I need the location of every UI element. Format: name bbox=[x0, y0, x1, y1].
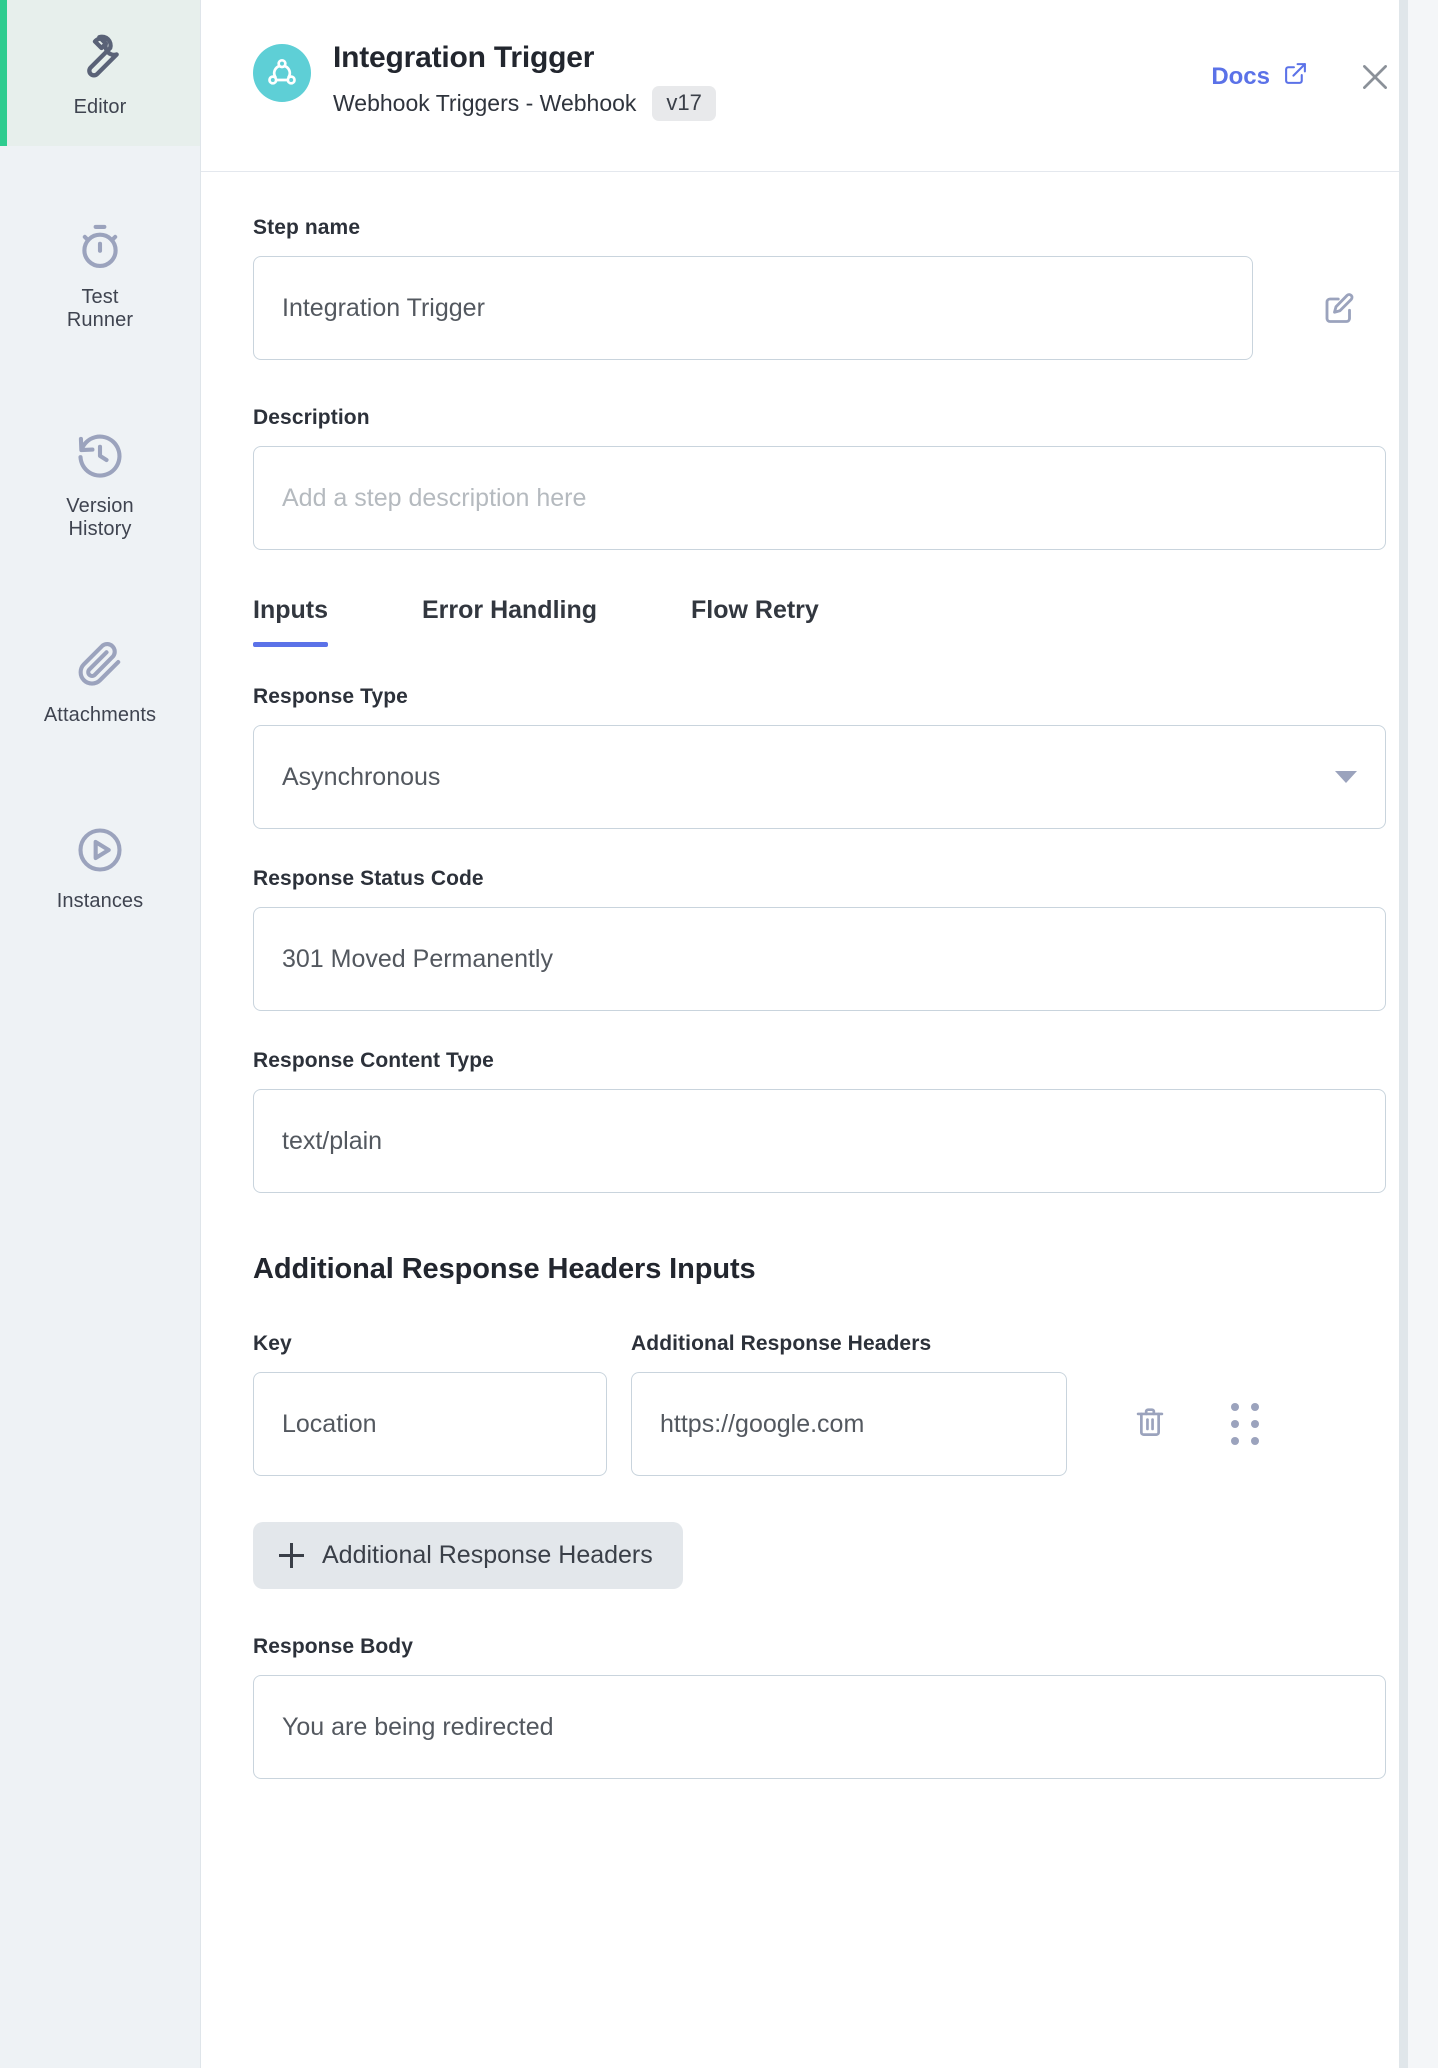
response-status-code-label: Response Status Code bbox=[253, 867, 484, 890]
sidebar-item-label: Instances bbox=[56, 889, 144, 912]
docs-label: Docs bbox=[1211, 63, 1270, 90]
response-type-value: Asynchronous bbox=[282, 762, 441, 791]
plus-icon bbox=[279, 1543, 304, 1568]
sidebar-item-label: Version History bbox=[66, 494, 134, 541]
tab-bar: Inputs Error Handling Flow Retry bbox=[253, 596, 1386, 647]
sidebar-item-label: Attachments bbox=[43, 703, 157, 726]
sidebar-item-version-history[interactable]: Version History bbox=[0, 399, 200, 568]
header-actions: Docs bbox=[1211, 60, 1392, 94]
version-badge: v17 bbox=[652, 86, 716, 122]
sidebar-item-label: Editor bbox=[73, 96, 127, 118]
drag-handle-icon[interactable] bbox=[1231, 1403, 1259, 1445]
docs-link[interactable]: Docs bbox=[1211, 61, 1308, 93]
add-button-label: Additional Response Headers bbox=[322, 1541, 653, 1569]
paperclip-icon bbox=[74, 638, 126, 690]
left-sidebar: Editor Test Runner Version History Attac… bbox=[0, 0, 201, 2068]
add-additional-response-headers-button[interactable]: Additional Response Headers bbox=[253, 1522, 683, 1589]
close-icon[interactable] bbox=[1358, 60, 1392, 94]
edit-pencil-icon[interactable] bbox=[1321, 290, 1357, 326]
panel-header: Integration Trigger Webhook Triggers - W… bbox=[201, 0, 1438, 172]
response-body-label: Response Body bbox=[253, 1635, 413, 1658]
response-type-label: Response Type bbox=[253, 685, 408, 708]
tab-error-handling[interactable]: Error Handling bbox=[422, 596, 597, 647]
app-root: Editor Test Runner Version History Attac… bbox=[0, 0, 1438, 2068]
sidebar-item-test-runner[interactable]: Test Runner bbox=[0, 190, 200, 359]
external-link-icon bbox=[1283, 61, 1308, 93]
response-status-code-input[interactable]: 301 Moved Permanently bbox=[253, 907, 1386, 1011]
history-clock-icon bbox=[74, 429, 126, 481]
table-row: Location https://google.com bbox=[253, 1372, 1386, 1476]
webhook-icon bbox=[253, 44, 311, 102]
step-name-row: Integration Trigger bbox=[253, 256, 1386, 360]
additional-headers-column-labels: Key Additional Response Headers bbox=[253, 1332, 1386, 1372]
step-config-panel: Integration Trigger Webhook Triggers - W… bbox=[201, 0, 1438, 2068]
response-type-select[interactable]: Asynchronous bbox=[253, 725, 1386, 829]
step-name-label: Step name bbox=[253, 216, 361, 239]
sidebar-item-label: Test Runner bbox=[66, 285, 134, 332]
page-title: Integration Trigger bbox=[333, 41, 595, 74]
sidebar-item-instances[interactable]: Instances bbox=[0, 794, 200, 940]
description-input[interactable]: Add a step description here bbox=[253, 446, 1386, 550]
tab-inputs[interactable]: Inputs bbox=[253, 596, 328, 647]
stopwatch-icon bbox=[74, 220, 126, 272]
trash-icon[interactable] bbox=[1133, 1405, 1167, 1443]
response-content-type-label: Response Content Type bbox=[253, 1049, 494, 1072]
tab-flow-retry[interactable]: Flow Retry bbox=[691, 596, 819, 647]
step-name-input[interactable]: Integration Trigger bbox=[253, 256, 1253, 360]
play-circle-icon bbox=[74, 824, 126, 876]
vertical-scrollbar[interactable] bbox=[1399, 0, 1408, 2068]
additional-headers-section-title: Additional Response Headers Inputs bbox=[253, 1253, 756, 1285]
sidebar-item-editor[interactable]: Editor bbox=[0, 0, 200, 146]
panel-subtitle: Webhook Triggers - Webhook bbox=[333, 90, 637, 117]
description-label: Description bbox=[253, 406, 370, 429]
chevron-down-icon bbox=[1335, 771, 1357, 783]
column-header-key: Key bbox=[253, 1332, 292, 1355]
column-header-value: Additional Response Headers bbox=[631, 1332, 932, 1355]
wrench-icon bbox=[74, 30, 126, 82]
panel-body: Step name Integration Trigger Descriptio… bbox=[201, 172, 1438, 2068]
header-key-input[interactable]: Location bbox=[253, 1372, 607, 1476]
response-body-input[interactable]: You are being redirected bbox=[253, 1675, 1386, 1779]
response-content-type-input[interactable]: text/plain bbox=[253, 1089, 1386, 1193]
sidebar-item-attachments[interactable]: Attachments bbox=[0, 608, 200, 754]
header-value-input[interactable]: https://google.com bbox=[631, 1372, 1067, 1476]
